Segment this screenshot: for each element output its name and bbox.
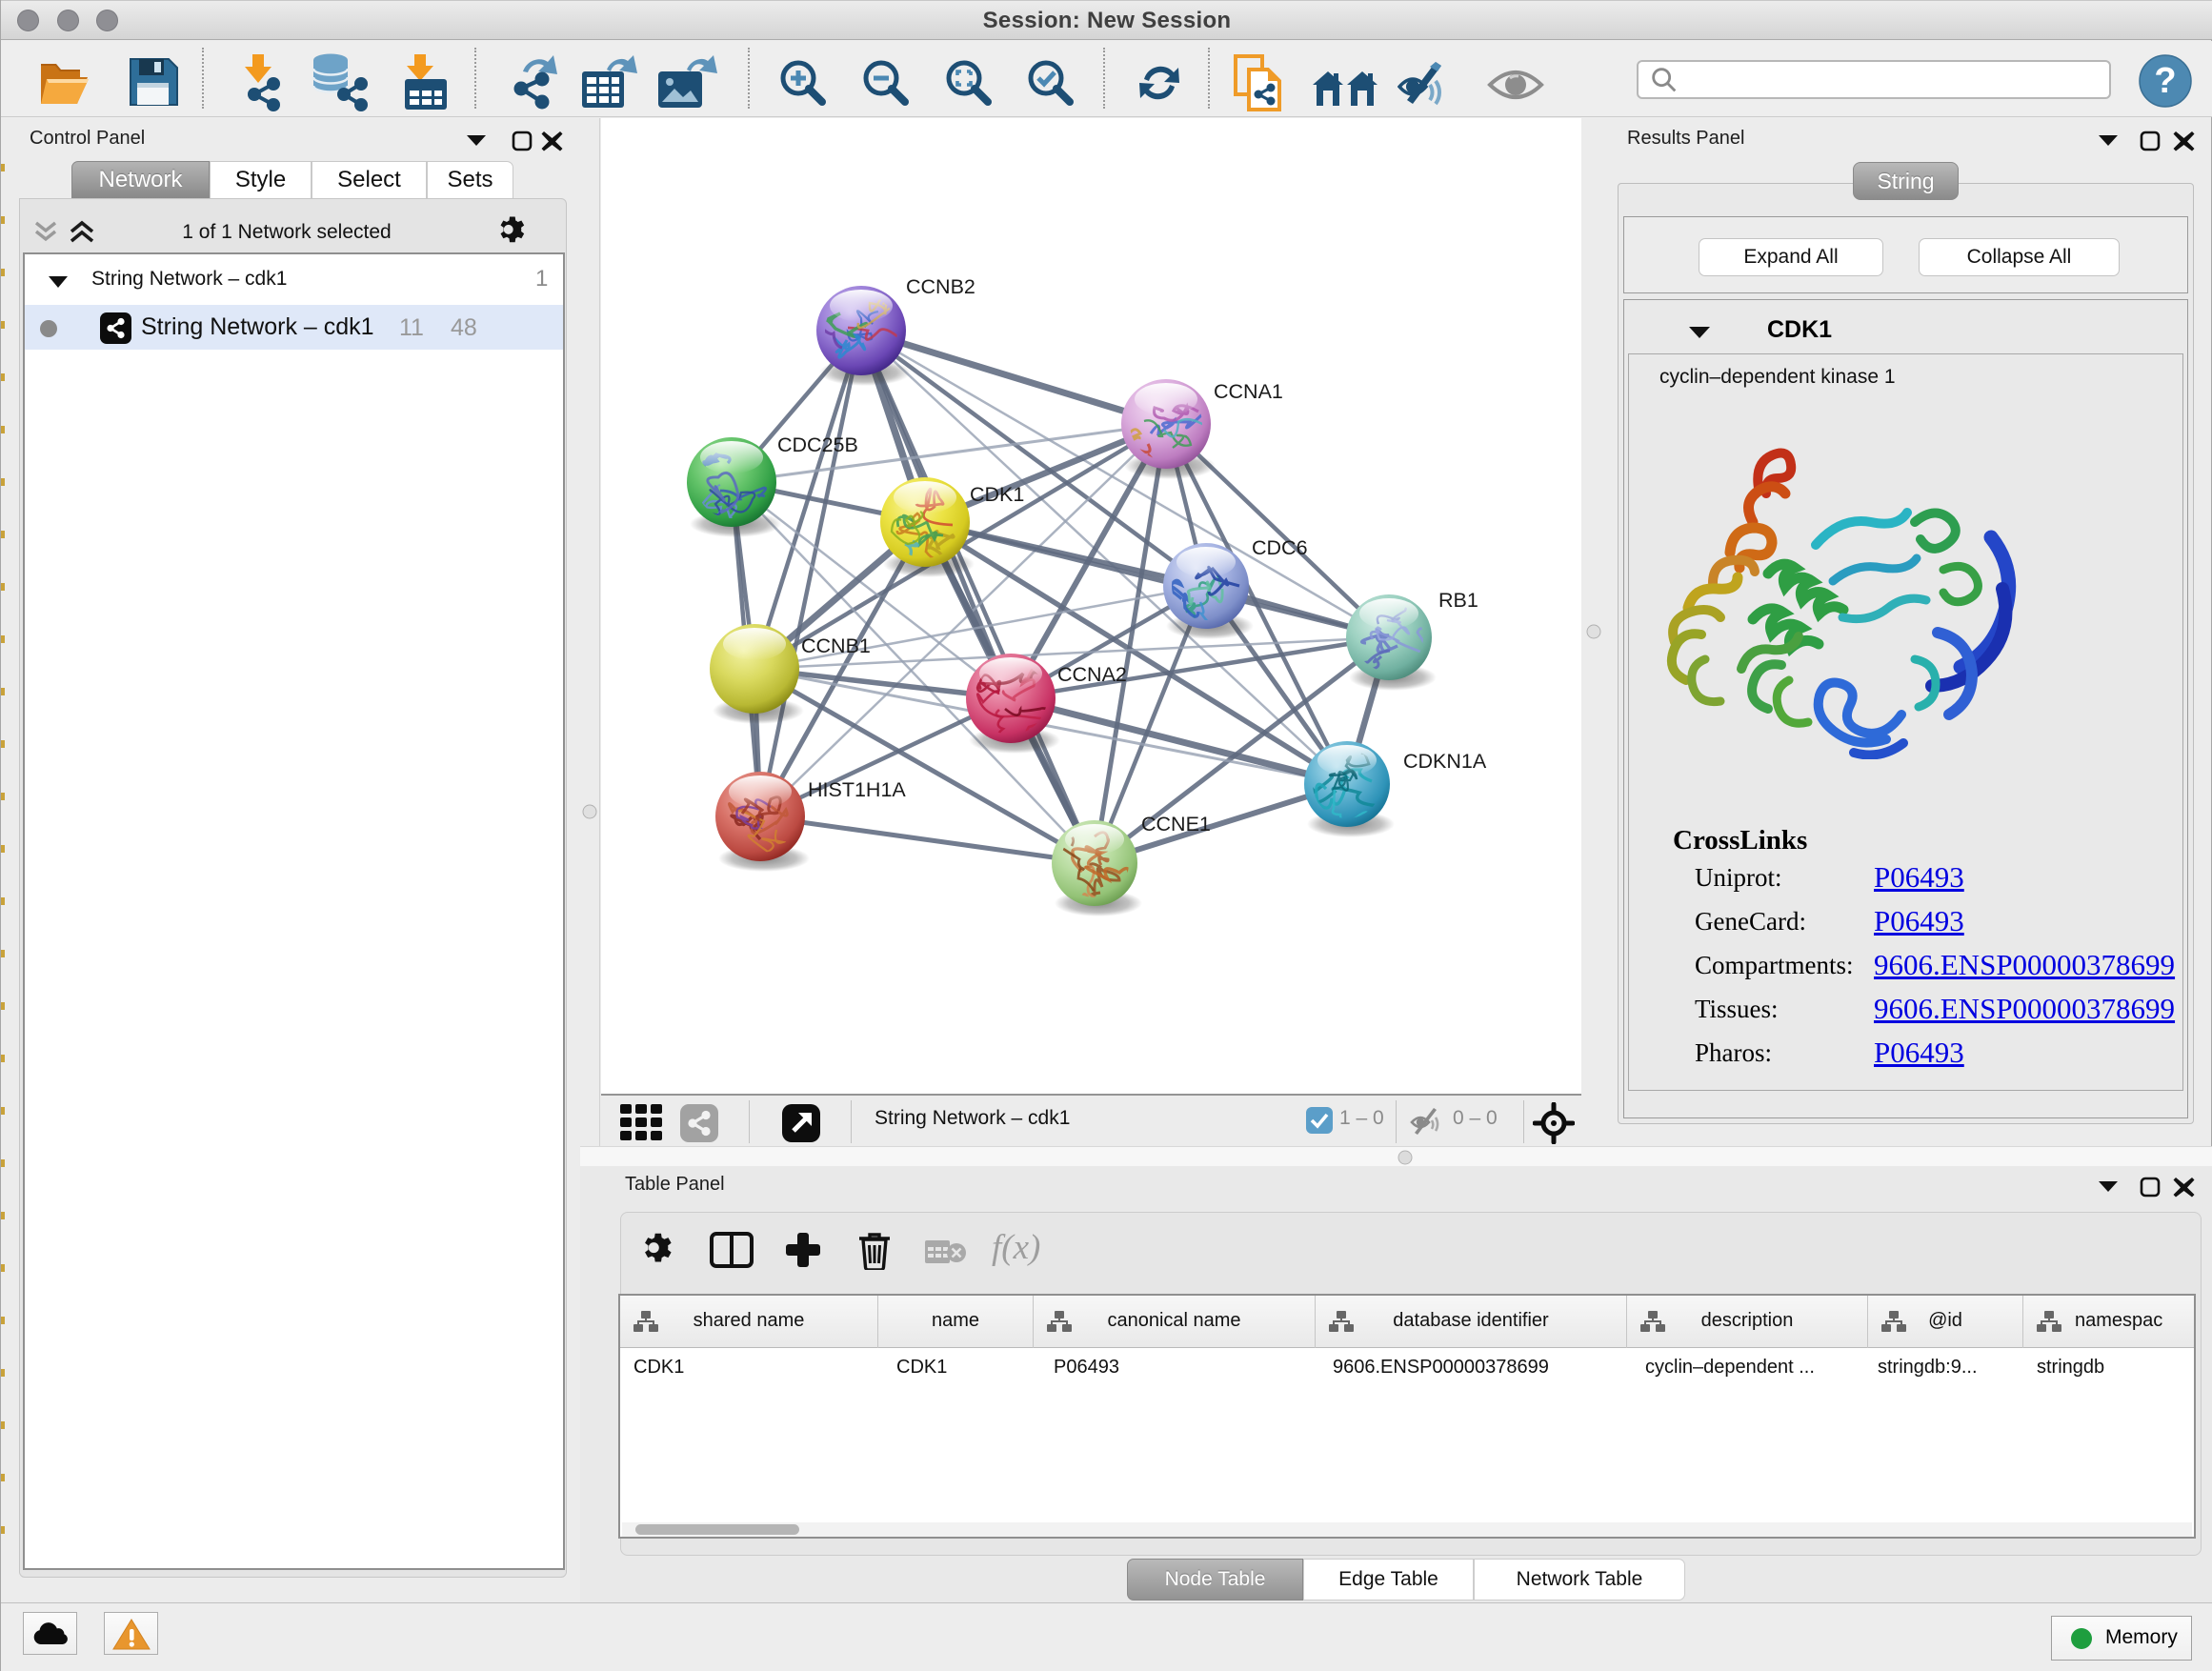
svg-text:CCNA1: CCNA1 xyxy=(1214,380,1283,403)
svg-text:CDK1: CDK1 xyxy=(970,483,1024,506)
svg-text:CCNE1: CCNE1 xyxy=(1141,813,1211,836)
svg-text:CCNB2: CCNB2 xyxy=(906,275,975,298)
svg-text:HIST1H1A: HIST1H1A xyxy=(808,778,906,801)
svg-text:CDC6: CDC6 xyxy=(1252,536,1308,559)
svg-text:CDKN1A: CDKN1A xyxy=(1403,750,1487,773)
svg-text:CDC25B: CDC25B xyxy=(777,433,858,456)
svg-text:CCNB1: CCNB1 xyxy=(801,634,871,657)
svg-text:?: ? xyxy=(2154,61,2176,101)
svg-text:RB1: RB1 xyxy=(1438,589,1478,612)
svg-text:CCNA2: CCNA2 xyxy=(1057,663,1127,686)
